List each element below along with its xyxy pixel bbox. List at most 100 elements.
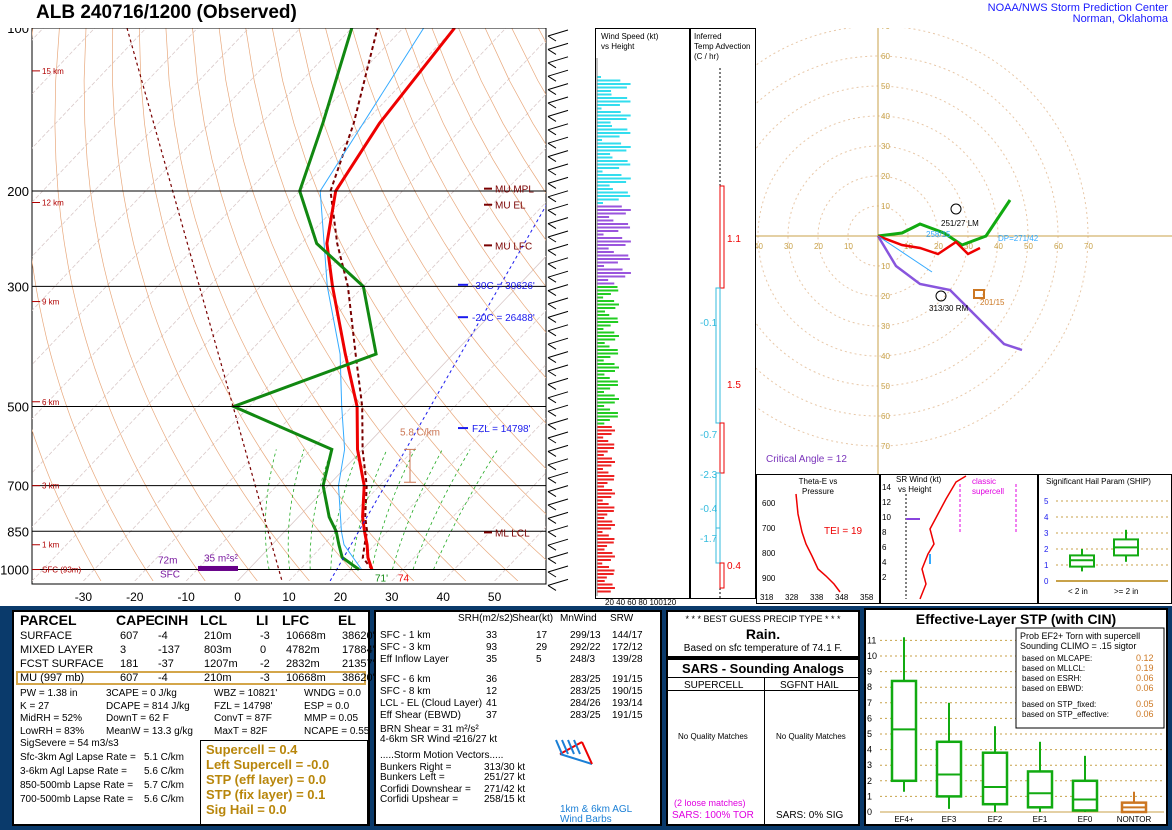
parcel-param: DCAPE = 814 J/kg: [106, 700, 190, 712]
wind-speed-bar: [597, 279, 609, 281]
stp-box: [890, 679, 918, 783]
thetae-x-label: 348: [835, 593, 849, 602]
kin-cell: 35: [486, 654, 498, 665]
wind-speed-bar: [597, 331, 615, 334]
height-label: 12 km: [42, 198, 64, 207]
lapse-label: 850-500mb Lapse Rate =: [20, 780, 134, 791]
wind-barb: [547, 498, 569, 506]
wind-speed-bar: [597, 520, 613, 523]
sfc-temp-label: 74: [398, 574, 410, 585]
wind-speed-bar: [597, 212, 626, 215]
stp-y-label: 1: [867, 791, 872, 801]
ship-y-label: 1: [1044, 561, 1049, 570]
srwind-y-label: 14: [882, 483, 891, 492]
stp-category: EF0: [1078, 815, 1093, 824]
parcel-cell: 4782m: [286, 644, 320, 656]
wind-speed-bar: [597, 163, 631, 166]
wind-speed-bar: [597, 398, 619, 400]
wind-barb-flag: [547, 558, 557, 565]
theta-e-panel: Theta-E vsPressure 600 700 800 900 318 328 338 3…: [756, 474, 880, 604]
wind-speed-bar: [597, 156, 613, 159]
annotation-m30c: -30C = 30626': [472, 281, 535, 292]
wind-barb-flag: [547, 330, 557, 337]
lapse-value: 5.6 C/km: [144, 766, 185, 777]
stp-box: [1071, 779, 1099, 812]
wind-speed-bar: [597, 174, 622, 176]
critical-angle: Critical Angle = 12: [766, 454, 847, 465]
prob-value: 0.05: [1136, 699, 1154, 709]
wind-barb-flag: [547, 571, 557, 578]
wind-speed-bar: [597, 538, 615, 540]
wind-speed-bar: [597, 93, 612, 96]
prob-label: based on ESRH:: [1022, 674, 1082, 683]
wind-speed-bar: [597, 132, 631, 134]
kin-header: Shear(kt): [512, 613, 554, 624]
thetae-y-label: 900: [762, 574, 776, 583]
wind-barb-flag: [547, 370, 557, 377]
parcel-cell: 21357': [342, 658, 375, 670]
pressure-label: 850: [7, 524, 29, 539]
wind-barb-flag: [547, 437, 557, 444]
wind-barb-flag: [547, 276, 557, 283]
parcel-param: MaxT = 82F: [214, 725, 268, 737]
wind-barb: [547, 485, 569, 493]
wind-speed-bar: [597, 254, 629, 257]
kin-cell: SFC - 1 km: [380, 630, 431, 641]
wind-speed-bar: [597, 205, 622, 208]
tadv-value: 1.5: [727, 380, 741, 391]
precip-title: * * * BEST GUESS PRECIP TYPE * * *: [685, 614, 841, 624]
wind-barb-flag: [547, 209, 557, 216]
wind-barb-flag: [547, 169, 557, 176]
storm-value: 258/15 kt: [484, 794, 526, 805]
hodo-y-label: 60: [881, 52, 890, 61]
sr-46-value: 216/27 kt: [456, 734, 498, 745]
wind-speed-bar: [597, 310, 605, 313]
parcel-cell: -4: [158, 672, 168, 684]
wind-barb-flag: [547, 223, 557, 230]
temp-label: 30: [385, 590, 399, 604]
storm-label: Bunkers Left =: [380, 772, 445, 783]
stp-y-label: 2: [867, 776, 872, 786]
parcel-cell: 803m: [204, 644, 232, 656]
wind-speed-bar: [597, 587, 615, 589]
temp-label: 20: [334, 590, 348, 604]
wind-speed-bar: [597, 258, 630, 260]
wind-speed-bar: [597, 146, 631, 148]
temp-label: -10: [178, 590, 196, 604]
wind-speed-bar: [597, 485, 605, 488]
wind-speed-bar: [597, 328, 604, 330]
wind-speed-bar: [597, 342, 605, 344]
parcel-cell: 1207m: [204, 658, 238, 670]
ship-x-label-2: >= 2 in: [1114, 587, 1138, 596]
wind-barb: [547, 297, 569, 305]
wind-barb: [547, 42, 569, 50]
temp-label: 40: [437, 590, 451, 604]
thetae-y-label: 800: [762, 549, 776, 558]
srwind-y-label: 2: [882, 573, 887, 582]
stp-y-label: 9: [867, 667, 872, 677]
stp-y-label: 10: [867, 651, 877, 661]
hodo-y-label: 10: [881, 262, 890, 271]
hodo-y-label: 20: [881, 172, 890, 181]
wind-speed-bar: [597, 244, 626, 246]
srwind-y-label: 10: [882, 513, 891, 522]
wind-barb: [547, 56, 569, 64]
kin-cell: 37: [486, 710, 498, 721]
prob-title-2: Sounding CLIMO = .15 sigtor: [1020, 641, 1136, 651]
wind-speed-bar: [597, 573, 614, 575]
wind-speed-bar: [597, 454, 604, 456]
agl-wind-barbs: [555, 739, 593, 765]
wind-speed-bar: [597, 97, 628, 99]
srwind-y-label: 4: [882, 558, 887, 567]
wind-speed-bar: [597, 230, 619, 232]
hodo-y-label: 50: [881, 82, 890, 91]
composite-param: Left Supercell = -0.0: [206, 757, 330, 772]
wind-speed-bar: [597, 478, 614, 481]
wind-barb: [547, 190, 569, 198]
annotation-mu_mpl: MU MPL: [495, 185, 534, 196]
wind-speed-bar: [597, 90, 612, 92]
wind-speed-bar: [597, 562, 603, 565]
parcel-cell: MIXED LAYER: [20, 644, 94, 656]
parcel-cell: -37: [158, 658, 174, 670]
thetae-x-label: 338: [810, 593, 824, 602]
